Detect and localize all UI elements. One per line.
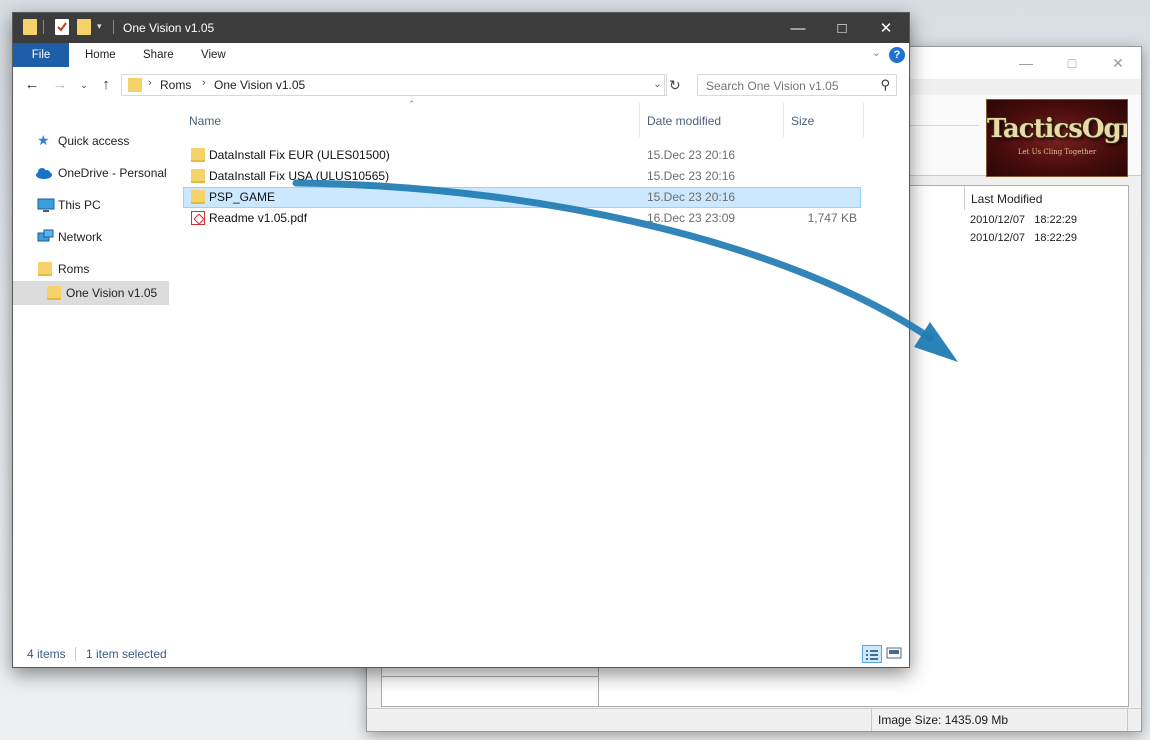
background-statusbar: Image Size: 1435.09 Mb [367, 708, 1141, 731]
search-box[interactable]: ⚲ [697, 74, 897, 96]
forward-arrow-icon[interactable]: → [49, 74, 71, 96]
sidebar-item-this-pc[interactable]: This PC [13, 193, 169, 217]
logo-title: TacticsOgre [987, 114, 1127, 144]
folder-icon [191, 169, 205, 183]
up-arrow-icon[interactable]: ↑ [95, 74, 117, 96]
maximize-icon[interactable]: □ [1049, 47, 1095, 79]
help-icon[interactable]: ? [889, 47, 905, 63]
minimize-icon[interactable]: — [1003, 47, 1049, 79]
breadcrumb-one-vision[interactable]: One Vision v1.05 [214, 78, 305, 92]
minimize-button[interactable]: — [775, 13, 821, 43]
customize-toolbar-icon[interactable]: ▾ [97, 21, 102, 32]
file-row-selected[interactable]: PSP_GAME 15.Dec 23 20:16 [183, 187, 861, 208]
breadcrumb-roms[interactable]: Roms [160, 78, 191, 92]
chevron-right-icon[interactable]: › [148, 77, 152, 89]
network-icon [37, 229, 54, 245]
sidebar-item-network[interactable]: Network [13, 225, 169, 249]
cloud-icon [35, 165, 52, 181]
column-header-name[interactable]: Name [183, 103, 637, 133]
image-size-status: Image Size: 1435.09 Mb [871, 709, 1008, 731]
properties-icon[interactable] [55, 19, 69, 35]
folder-icon [47, 286, 61, 300]
list-item[interactable]: 2010/12/07 18:22:29 [970, 214, 1077, 226]
chevron-right-icon[interactable]: › [202, 77, 206, 89]
large-icons-view-icon[interactable] [885, 645, 905, 663]
sidebar-item-one-vision[interactable]: One Vision v1.05 [13, 281, 169, 305]
game-logo: TacticsOgre Let Us Cling Together [986, 99, 1128, 177]
item-count: 4 items [27, 647, 66, 661]
tab-view[interactable]: View [191, 43, 236, 67]
recent-locations-icon[interactable]: ⌄ [73, 74, 95, 96]
file-explorer-window[interactable]: ▾ One Vision v1.05 — □ ✕ File Home Share… [12, 12, 910, 668]
maximize-button[interactable]: □ [819, 13, 865, 43]
address-bar[interactable]: › Roms › One Vision v1.05 [121, 74, 665, 96]
folder-icon [38, 262, 52, 276]
tab-home[interactable]: Home [75, 43, 126, 67]
expand-ribbon-icon[interactable]: ⌄ [872, 46, 881, 59]
column-header-size[interactable]: Size [785, 103, 861, 133]
status-bar: 4 items 1 item selected [13, 641, 909, 667]
window-title: One Vision v1.05 [123, 21, 215, 35]
new-folder-icon[interactable] [77, 19, 91, 35]
search-icon[interactable]: ⚲ [880, 77, 890, 93]
pdf-icon [191, 211, 205, 225]
search-input[interactable] [704, 77, 868, 95]
file-row[interactable]: DataInstall Fix EUR (ULES01500) 15.Dec 2… [183, 145, 861, 166]
file-list[interactable]: ⌃ Name Date modified Size DataInstall Fi… [183, 99, 909, 643]
sidebar-item-onedrive[interactable]: OneDrive - Personal [13, 161, 169, 185]
ribbon-tabs: File Home Share View ⌄ ? [13, 43, 909, 68]
column-header-date-modified[interactable]: Date modified [641, 103, 781, 133]
close-icon[interactable]: ✕ [1095, 47, 1141, 79]
list-item[interactable]: 2010/12/07 18:22:29 [970, 232, 1077, 244]
refresh-icon[interactable]: ↻ [669, 77, 681, 94]
selection-count: 1 item selected [86, 647, 167, 661]
details-view-icon[interactable] [862, 645, 882, 663]
logo-subtitle: Let Us Cling Together [1017, 148, 1097, 156]
computer-icon [37, 197, 55, 213]
last-modified-column-header[interactable]: Last Modified [964, 186, 1129, 210]
star-icon: ★ [37, 132, 50, 148]
folder-icon [191, 148, 205, 162]
file-row[interactable]: DataInstall Fix USA (ULUS10565) 15.Dec 2… [183, 166, 861, 187]
sidebar-item-quick-access[interactable]: ★ Quick access [13, 129, 169, 153]
sidebar-item-roms[interactable]: Roms [13, 257, 169, 281]
tab-file[interactable]: File [13, 43, 69, 67]
folder-icon [23, 19, 37, 35]
file-row[interactable]: Readme v1.05.pdf 16.Dec 23 23:09 1,747 K… [183, 208, 861, 229]
tab-share[interactable]: Share [133, 43, 184, 67]
close-button[interactable]: ✕ [863, 13, 909, 43]
navigation-pane: ★ Quick access OneDrive - Personal This … [13, 103, 169, 643]
folder-icon [128, 78, 142, 92]
folder-icon [191, 190, 205, 204]
titlebar[interactable]: ▾ One Vision v1.05 — □ ✕ [13, 13, 909, 43]
navigation-bar: ← → ⌄ ↑ › Roms › One Vision v1.05 ⌄ ↻ ⚲ [13, 67, 909, 103]
address-dropdown-icon[interactable]: ⌄ [649, 74, 667, 96]
back-arrow-icon[interactable]: ← [21, 74, 43, 96]
